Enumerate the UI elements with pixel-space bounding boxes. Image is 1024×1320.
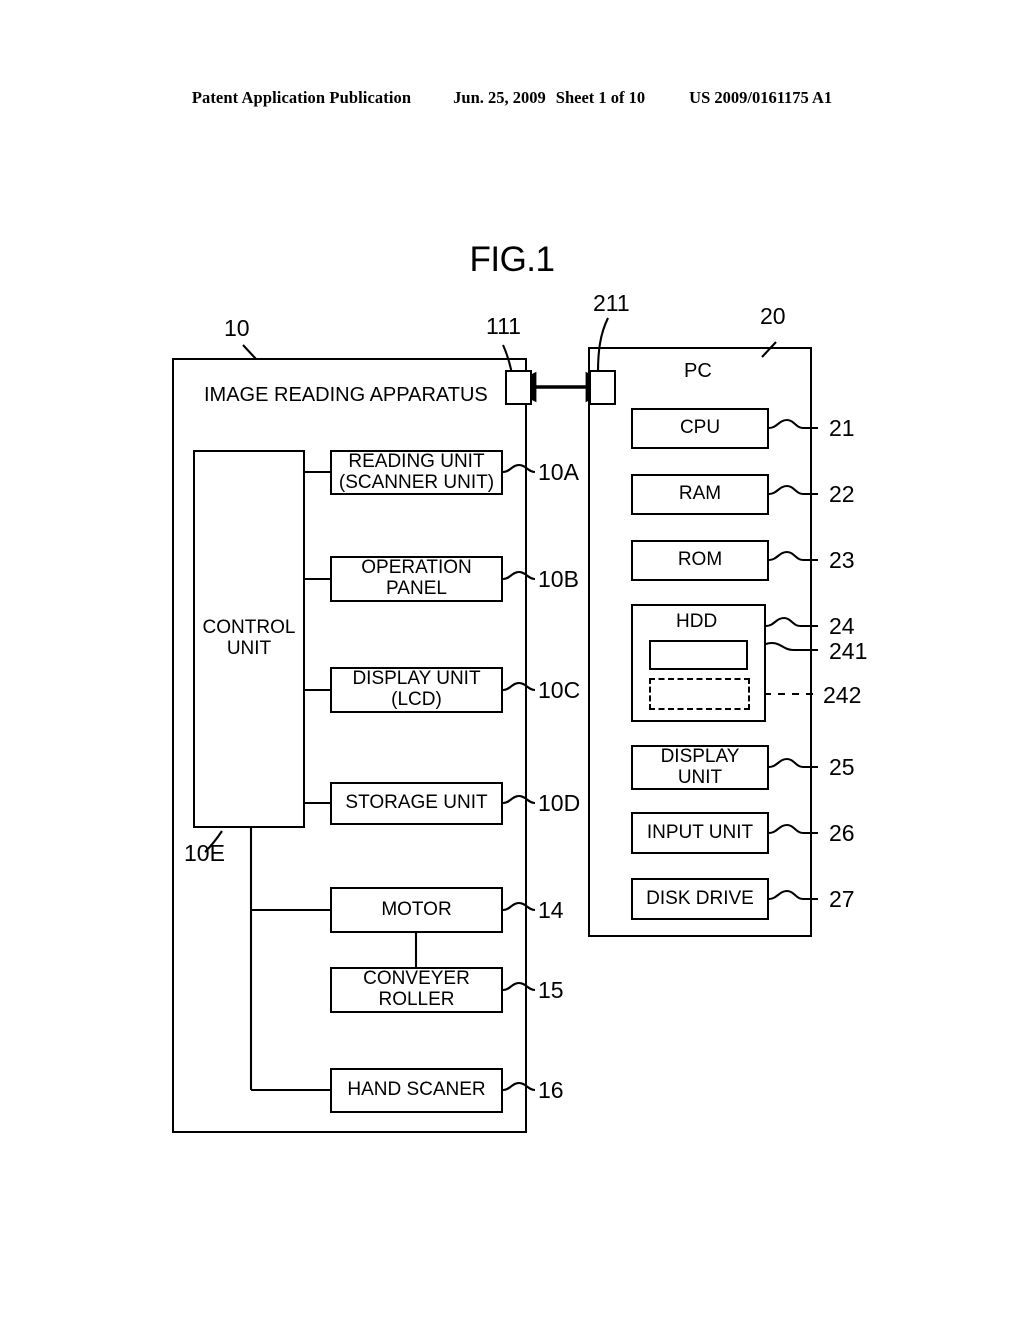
disk-drive-label: DISK DRIVE	[646, 887, 754, 909]
ram-block: RAM	[631, 474, 769, 515]
conveyer-roller-block: CONVEYER ROLLER	[330, 967, 503, 1013]
ref-20: 20	[760, 303, 786, 329]
ref-14: 14	[538, 897, 564, 923]
ref-15: 15	[538, 977, 564, 1003]
apparatus-interface-port	[505, 370, 532, 405]
hdd-label: HDD	[676, 611, 718, 632]
hdd-inner-solid-region	[649, 640, 748, 670]
motor-block: MOTOR	[330, 887, 503, 933]
ref-10C: 10C	[538, 677, 581, 703]
conveyer-roller-label-line2: ROLLER	[378, 989, 455, 1010]
header-sheet: Sheet 1 of 10	[555, 88, 646, 107]
control-unit-label: CONTROL UNIT	[202, 617, 296, 659]
display-unit-lcd-label-line2: (LCD)	[391, 689, 442, 710]
operation-panel-label-line2: PANEL	[386, 578, 447, 599]
motor-label: MOTOR	[381, 898, 452, 920]
ref-26: 26	[829, 820, 855, 846]
ref-10D: 10D	[538, 790, 581, 816]
reading-unit-label-line2: (SCANNER UNIT)	[338, 471, 495, 493]
conveyer-roller-label-line1: CONVEYER	[363, 968, 470, 990]
pc-display-unit-label-line2: UNIT	[677, 766, 723, 788]
ref-27: 27	[829, 886, 855, 912]
ref-21: 21	[829, 415, 855, 441]
pc-display-unit-block: DISPLAY UNIT	[631, 745, 769, 790]
reading-unit-label-line1: READING UNIT	[348, 450, 485, 472]
rom-label: ROM	[677, 549, 723, 571]
image-reading-apparatus-title: IMAGE READING APPARATUS	[204, 384, 488, 406]
pc-interface-port	[589, 370, 616, 405]
hand-scaner-label: HAND SCANER	[347, 1079, 486, 1101]
ref-22: 22	[829, 481, 855, 507]
pc-title: PC	[684, 360, 712, 382]
input-unit-label: INPUT UNIT	[646, 821, 754, 843]
hand-scaner-block: HAND SCANER	[330, 1068, 503, 1113]
page-header: Patent Application Publication Jun. 25, …	[0, 88, 1024, 108]
header-patent-number: US 2009/0161175 A1	[689, 88, 833, 107]
input-unit-block: INPUT UNIT	[631, 812, 769, 854]
ref-10A: 10A	[538, 459, 579, 485]
ref-241: 241	[829, 638, 868, 664]
control-unit-block: CONTROL UNIT	[193, 450, 305, 828]
storage-unit-label: STORAGE UNIT	[345, 792, 488, 814]
reading-unit-block: READING UNIT (SCANNER UNIT)	[330, 450, 503, 495]
ref-242: 242	[823, 682, 862, 708]
header-date: Jun. 25, 2009	[453, 88, 546, 107]
cpu-block: CPU	[631, 408, 769, 449]
ram-label: RAM	[678, 483, 722, 505]
cpu-label: CPU	[679, 417, 721, 439]
hdd-inner-dashed-region	[649, 678, 750, 710]
operation-panel-block: OPERATION PANEL	[330, 556, 503, 602]
patent-figure-page: Patent Application Publication Jun. 25, …	[0, 0, 1024, 1320]
ref-25: 25	[829, 754, 855, 780]
ref-10E: 10E	[184, 840, 225, 866]
ref-10: 10	[224, 315, 250, 341]
display-unit-lcd-block: DISPLAY UNIT (LCD)	[330, 667, 503, 713]
disk-drive-block: DISK DRIVE	[631, 878, 769, 920]
display-unit-lcd-label-line1: DISPLAY UNIT	[352, 668, 481, 690]
operation-panel-label-line1: OPERATION	[361, 557, 472, 579]
ref-111: 111	[486, 313, 521, 339]
figure-title: FIG.1	[469, 240, 555, 279]
ref-23: 23	[829, 547, 855, 573]
header-publication: Patent Application Publication	[191, 88, 412, 107]
storage-unit-block: STORAGE UNIT	[330, 782, 503, 825]
pc-display-unit-label-line1: DISPLAY	[660, 745, 740, 767]
ref-10B: 10B	[538, 566, 579, 592]
ref-211: 211	[593, 290, 630, 316]
rom-block: ROM	[631, 540, 769, 581]
ref-24: 24	[829, 613, 855, 639]
ref-16: 16	[538, 1077, 564, 1103]
